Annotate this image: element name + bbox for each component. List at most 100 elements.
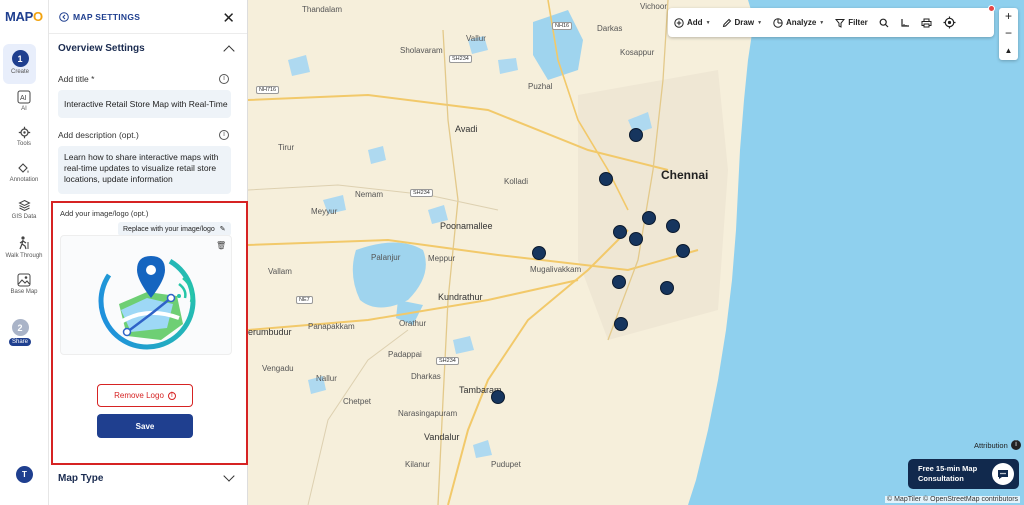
measure-button[interactable] (900, 18, 910, 28)
logo-image (98, 252, 196, 350)
map-label-tirur: Tirur (278, 143, 295, 152)
store-marker[interactable] (614, 317, 628, 331)
map-type-title[interactable]: Map Type (58, 473, 103, 484)
store-marker[interactable] (629, 128, 643, 142)
locate-button[interactable] (943, 16, 956, 29)
trash-icon[interactable]: 🗑 (216, 241, 226, 250)
save-button[interactable]: Save (97, 414, 193, 438)
close-icon[interactable]: ✕ (222, 9, 235, 27)
pie-chart-icon (773, 17, 783, 28)
store-marker[interactable] (666, 219, 680, 233)
store-marker[interactable] (532, 246, 546, 260)
user-avatar[interactable]: T (16, 466, 33, 483)
map-label-vallur: Vallur (466, 34, 486, 43)
map-label-narasingapuram: Narasingapuram (398, 409, 458, 418)
layers-icon (17, 199, 31, 212)
rail-item-walk-through[interactable]: Walk Through (0, 236, 48, 259)
walking-person-icon (18, 236, 28, 250)
store-marker[interactable] (612, 275, 626, 289)
rail-item-gis-data[interactable]: GIS Data (0, 199, 48, 220)
rail-item-label: GIS Data (11, 214, 37, 220)
notification-dot (988, 5, 995, 12)
map-label-kosappur: Kosappur (620, 48, 655, 57)
zoom-in-button[interactable]: + (999, 8, 1018, 25)
map-canvas[interactable]: Avadi Chennai Poonamallee Kundrathur Tam… (248, 0, 1024, 505)
caret-down-icon: ▼ (757, 19, 763, 26)
chat-button[interactable] (992, 463, 1014, 485)
map-label-darkas: Darkas (597, 24, 623, 33)
pencil-icon (722, 18, 731, 27)
analyze-button[interactable]: Analyze ▼ (773, 17, 825, 28)
filter-icon (835, 18, 846, 28)
map-label-poonamallee: Poonamallee (440, 221, 493, 231)
remove-logo-button[interactable]: Remove Logo i (97, 384, 193, 407)
search-icon (879, 18, 889, 27)
map-label-palanjur: Palanjur (371, 253, 401, 262)
app-root: Avadi Chennai Poonamallee Kundrathur Tam… (0, 0, 1024, 505)
rail-item-annotation[interactable]: Annotation (0, 162, 48, 183)
store-marker[interactable] (629, 232, 643, 246)
compass-button[interactable]: ▲ (999, 42, 1018, 59)
draw-button[interactable]: Draw ▼ (722, 18, 763, 28)
info-icon[interactable]: i (219, 74, 229, 84)
info-icon[interactable]: i (1011, 440, 1021, 450)
info-icon[interactable]: i (219, 130, 229, 140)
filter-label: Filter (848, 18, 868, 27)
back-arrow-icon[interactable] (59, 11, 69, 22)
map-label-mugalivakkam: Mugalivakkam (530, 265, 582, 274)
road-shield: SH234 (449, 55, 472, 63)
zoom-out-button[interactable]: − (999, 25, 1018, 42)
zoom-control: + − ▲ (999, 8, 1018, 60)
store-marker[interactable] (599, 172, 613, 186)
rail-item-share[interactable]: 2 Share (0, 319, 44, 346)
title-input[interactable]: Interactive Retail Store Map with Real-T… (58, 90, 231, 118)
search-button[interactable] (879, 18, 889, 28)
rail-item-label: AI (21, 106, 27, 112)
filter-button[interactable]: Filter (835, 18, 868, 28)
step-number-badge: 2 (11, 319, 29, 336)
road-shield: NH16 (552, 22, 573, 30)
consultation-text: Free 15-min Map Consultation (918, 464, 978, 483)
map-credit[interactable]: © MapTiler © OpenStreetMap contributors (885, 496, 1021, 503)
rail-item-label: Base Map (10, 289, 38, 295)
ai-icon: AI (17, 90, 31, 104)
chevron-down-icon[interactable] (223, 470, 235, 482)
logo-tail: O (33, 9, 43, 24)
map-label-chetpet: Chetpet (343, 397, 372, 406)
title-field-label: Add title * (58, 74, 95, 84)
store-marker[interactable] (676, 244, 690, 258)
store-marker[interactable] (613, 225, 627, 239)
store-marker[interactable] (660, 281, 674, 295)
rail-item-base-map[interactable]: Base Map (0, 273, 48, 295)
map-label-meppur: Meppur (428, 254, 456, 263)
svg-text:AI: AI (20, 95, 27, 102)
description-textarea[interactable]: Learn how to share interactive maps with… (58, 146, 231, 194)
store-marker[interactable] (642, 211, 656, 225)
app-logo[interactable]: MAPO (5, 9, 43, 24)
rail-item-tools[interactable]: Tools (0, 126, 48, 147)
rail-item-label: Share (8, 338, 31, 346)
map-label-kundrathur: Kundrathur (438, 292, 483, 302)
step-number-badge: 1 (11, 50, 29, 67)
map-label-pudupet: Pudupet (491, 460, 521, 469)
chat-bubble-icon (998, 469, 1008, 479)
overview-settings-title[interactable]: Overview Settings (58, 43, 145, 54)
map-label-panapakkam: Panapakkam (308, 322, 355, 331)
map-label-nallur: Nallur (316, 374, 337, 383)
map-label-dharkas: Dharkas (411, 372, 441, 381)
gear-icon (18, 126, 30, 139)
replace-logo-label: Replace with your image/logo (123, 226, 215, 233)
chevron-up-icon[interactable] (223, 45, 235, 57)
attribution-label[interactable]: Attribution (974, 441, 1008, 450)
store-marker[interactable] (491, 390, 505, 404)
rail-item-label: Tools (16, 141, 31, 147)
map-label-nemam: Nemam (355, 190, 384, 199)
map-label-avadi: Avadi (455, 124, 478, 134)
map-label-puzhal: Puzhal (528, 82, 553, 91)
add-button[interactable]: Add ▼ (674, 17, 711, 28)
rail-item-create[interactable]: 1 Create (0, 50, 44, 75)
rail-item-ai[interactable]: AI AI (0, 90, 48, 112)
caret-down-icon: ▼ (819, 19, 825, 26)
print-button[interactable] (921, 18, 932, 28)
replace-logo-button[interactable]: Replace with your image/logo ✎ (118, 222, 231, 236)
